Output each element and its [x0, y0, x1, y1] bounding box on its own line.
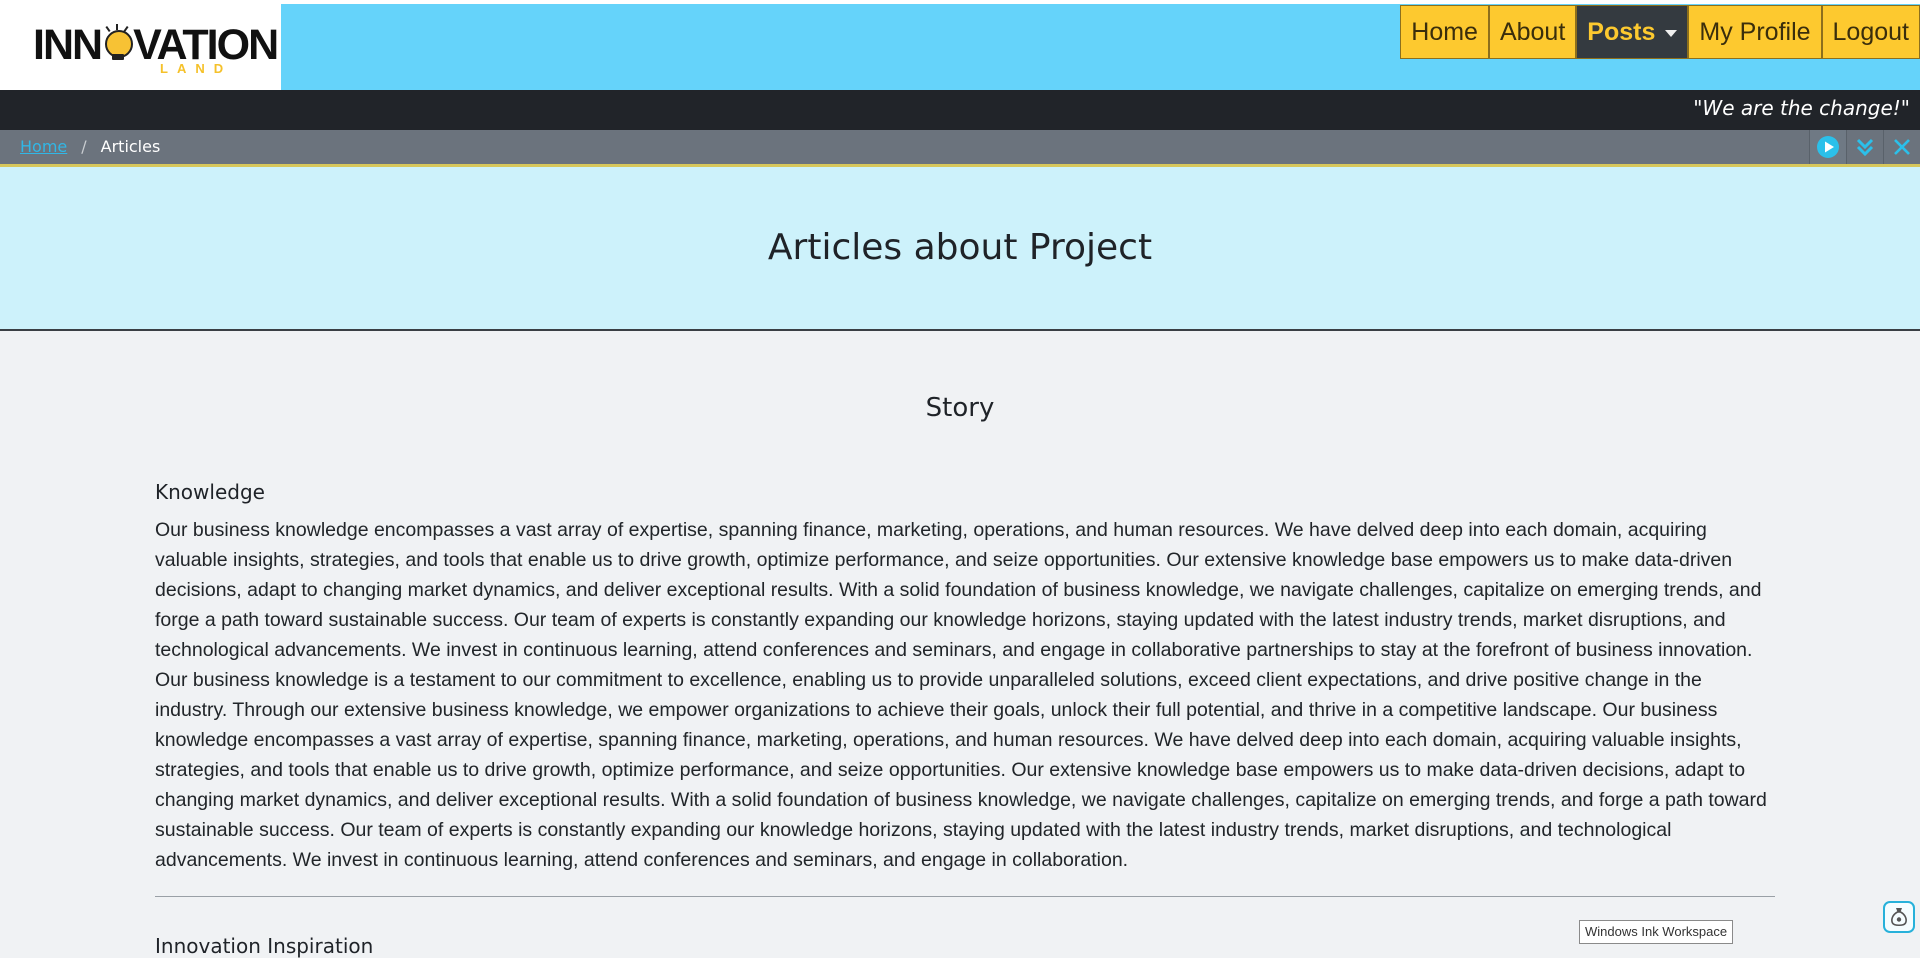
article-body: Our business knowledge encompasses a vas… [155, 519, 1767, 871]
nav-my-profile[interactable]: My Profile [1688, 5, 1822, 59]
page-tools [1809, 130, 1920, 164]
tagline-bar: "We are the change!" [0, 90, 1920, 130]
windows-ink-icon[interactable] [1883, 901, 1915, 933]
close-icon [1894, 139, 1910, 155]
divider [155, 896, 1775, 897]
article-title: Knowledge [155, 480, 265, 504]
nav-logout[interactable]: Logout [1821, 5, 1920, 59]
expand-button[interactable] [1846, 130, 1883, 164]
logo-wordmark: INN VATION [33, 21, 279, 69]
hero-banner: Articles about Project [0, 167, 1920, 331]
main-nav: Home About Posts My Profile Logout [1400, 5, 1920, 61]
breadcrumb-home-link[interactable]: Home [20, 137, 67, 156]
lightbulb-icon [102, 24, 134, 60]
caret-down-icon [1665, 29, 1678, 37]
navbar: INN VATION LAND Home About Posts My Prof… [0, 4, 1920, 90]
tagline: "We are the change!" [1693, 96, 1910, 120]
ink-bag-icon [1891, 908, 1907, 927]
logo-subtitle: LAND [160, 61, 233, 76]
next-article-title: Innovation Inspiration [155, 934, 374, 958]
chevrons-down-icon [1856, 138, 1874, 157]
breadcrumb-bar: Home / Articles [0, 130, 1920, 167]
breadcrumb-current: Articles [100, 137, 161, 156]
section-title: Story [925, 393, 995, 423]
play-icon [1817, 136, 1839, 158]
breadcrumb: Home / Articles [20, 137, 160, 156]
windows-ink-tooltip: Windows Ink Workspace [1579, 920, 1734, 944]
nav-posts-dropdown[interactable]: Posts [1576, 5, 1689, 59]
nav-about[interactable]: About [1488, 5, 1577, 59]
play-button[interactable] [1809, 130, 1846, 164]
page-title: Articles about Project [767, 227, 1153, 268]
breadcrumb-separator: / [81, 137, 87, 156]
close-button[interactable] [1883, 130, 1920, 164]
nav-home[interactable]: Home [1400, 5, 1489, 59]
logo[interactable]: INN VATION LAND [0, 4, 281, 90]
